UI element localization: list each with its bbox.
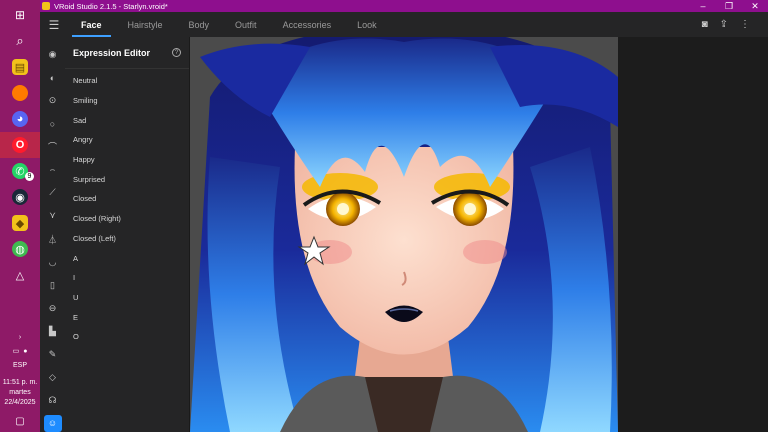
clock-time[interactable]: 11:51 p. m.	[3, 378, 38, 388]
steam-icon[interactable]: ◉	[0, 184, 40, 210]
lips-icon[interactable]: ⊖	[44, 297, 62, 320]
brush-icon[interactable]: ⟋	[44, 181, 62, 204]
chart-icon[interactable]: ▙	[44, 320, 62, 343]
expression-item-e[interactable]: E	[65, 307, 189, 327]
expression-list: Neutral Smiling Sad Angry Happy Surprise…	[65, 69, 189, 347]
maximize-button[interactable]: ❐	[716, 1, 742, 12]
ear-shape-icon[interactable]: ▯	[44, 274, 62, 297]
minimize-button[interactable]: –	[690, 1, 716, 12]
file-explorer-icon[interactable]: ▤	[0, 54, 40, 80]
tab-look[interactable]: Look	[344, 12, 390, 37]
eyelash-icon[interactable]: ⋎	[44, 204, 62, 227]
windows-taskbar: ⊞ ⌕ ▤ ◕ O ✆ 9 ◉ ◆ ◍ △ › ▭ ● ESP 11:51 p. m…	[0, 0, 40, 432]
expression-item-closed[interactable]: Closed	[65, 189, 189, 209]
expression-item-smiling[interactable]: Smiling	[65, 91, 189, 111]
face-shape-icon[interactable]: ◐	[44, 66, 62, 89]
ear-right-icon[interactable]: ☊	[44, 389, 62, 412]
eye-icon[interactable]: ◉	[44, 43, 62, 66]
expression-item-closed-left[interactable]: Closed (Left)	[65, 229, 189, 249]
category-tabs: Face Hairstyle Body Outfit Accessories L…	[68, 12, 390, 37]
expression-item-angry[interactable]: Angry	[65, 130, 189, 150]
expression-icon[interactable]: ☺	[43, 415, 62, 432]
paint-icon[interactable]: △	[0, 262, 40, 288]
right-empty-area	[618, 37, 768, 432]
diamond-icon[interactable]: ◇	[44, 366, 62, 389]
network-icon[interactable]: ▭	[13, 347, 20, 355]
vroid-app-icon	[42, 2, 50, 10]
clock-date[interactable]: 22/4/2025	[4, 398, 35, 408]
more-options-icon[interactable]: ⋮	[740, 19, 750, 30]
model-viewport[interactable]	[190, 37, 618, 432]
expression-item-o[interactable]: O	[65, 327, 189, 347]
tab-face[interactable]: Face	[68, 12, 115, 37]
expression-item-i[interactable]: I	[65, 268, 189, 288]
expression-item-surprised[interactable]: Surprised	[65, 169, 189, 189]
expression-item-closed-right[interactable]: Closed (Right)	[65, 209, 189, 229]
tab-hairstyle[interactable]: Hairstyle	[115, 12, 176, 37]
pencil-icon[interactable]: ✎	[44, 343, 62, 366]
clock-day[interactable]: martes	[9, 388, 30, 398]
discord-icon[interactable]: ◕	[0, 106, 40, 132]
language-indicator[interactable]: ESP	[13, 358, 27, 372]
tab-accessories[interactable]: Accessories	[270, 12, 345, 37]
window-title-bar: VRoid Studio 2.1.5 - Starlyn.vroid* – ❐ …	[40, 0, 768, 12]
system-tray: › ▭ ● ESP 11:51 p. m. martes 22/4/2025 ▢	[0, 330, 40, 432]
expression-item-a[interactable]: A	[65, 248, 189, 268]
ear-icon[interactable]: ⌢	[44, 158, 62, 181]
eyebrow-icon[interactable]: ⌒	[44, 135, 62, 158]
menu-icon[interactable]: ☰	[40, 18, 68, 32]
panel-title: Expression Editor	[73, 47, 151, 58]
help-icon[interactable]: ?	[172, 48, 181, 57]
camera-icon[interactable]: ◙	[702, 19, 708, 30]
app-navbar: ☰ Face Hairstyle Body Outfit Accessories…	[40, 12, 768, 37]
search-icon[interactable]: ⌕	[0, 28, 40, 54]
close-button[interactable]: ✕	[742, 1, 768, 12]
face-tool-rail: ◉ ◐ ⊙ ○ ⌒ ⌢ ⟋ ⋎ ⏃ ◡ ▯ ⊖ ▙ ✎ ◇ ☊ ☺	[40, 37, 65, 432]
windows-start-icon[interactable]: ⊞	[0, 2, 40, 28]
notification-badge: 9	[25, 172, 34, 181]
face-outline-icon[interactable]: ○	[44, 112, 62, 135]
expression-item-neutral[interactable]: Neutral	[65, 71, 189, 91]
tab-outfit[interactable]: Outfit	[222, 12, 270, 37]
tab-body[interactable]: Body	[176, 12, 223, 37]
microphone-icon[interactable]: ●	[23, 348, 27, 355]
nose-icon[interactable]: ⏃	[44, 228, 62, 251]
expression-item-happy[interactable]: Happy	[65, 150, 189, 170]
expression-item-sad[interactable]: Sad	[65, 110, 189, 130]
vroid-icon[interactable]: ◆	[0, 210, 40, 236]
expression-item-u[interactable]: U	[65, 288, 189, 308]
earth-icon[interactable]: ◍	[0, 236, 40, 262]
eye-shape-icon[interactable]: ⊙	[44, 89, 62, 112]
window-title: VRoid Studio 2.1.5 - Starlyn.vroid*	[54, 1, 168, 11]
whatsapp-icon[interactable]: ✆ 9	[0, 158, 40, 184]
avatar-render	[190, 37, 618, 432]
export-icon[interactable]: ⇪	[720, 19, 728, 30]
expression-editor-panel: Expression Editor ? Neutral Smiling Sad …	[65, 37, 190, 432]
notifications-icon[interactable]: ▢	[15, 414, 24, 428]
mouth-icon[interactable]: ◡	[44, 251, 62, 274]
app-orange-icon[interactable]	[0, 80, 40, 106]
tray-chevron-icon[interactable]: ›	[19, 330, 21, 344]
opera-icon[interactable]: O	[0, 132, 40, 158]
